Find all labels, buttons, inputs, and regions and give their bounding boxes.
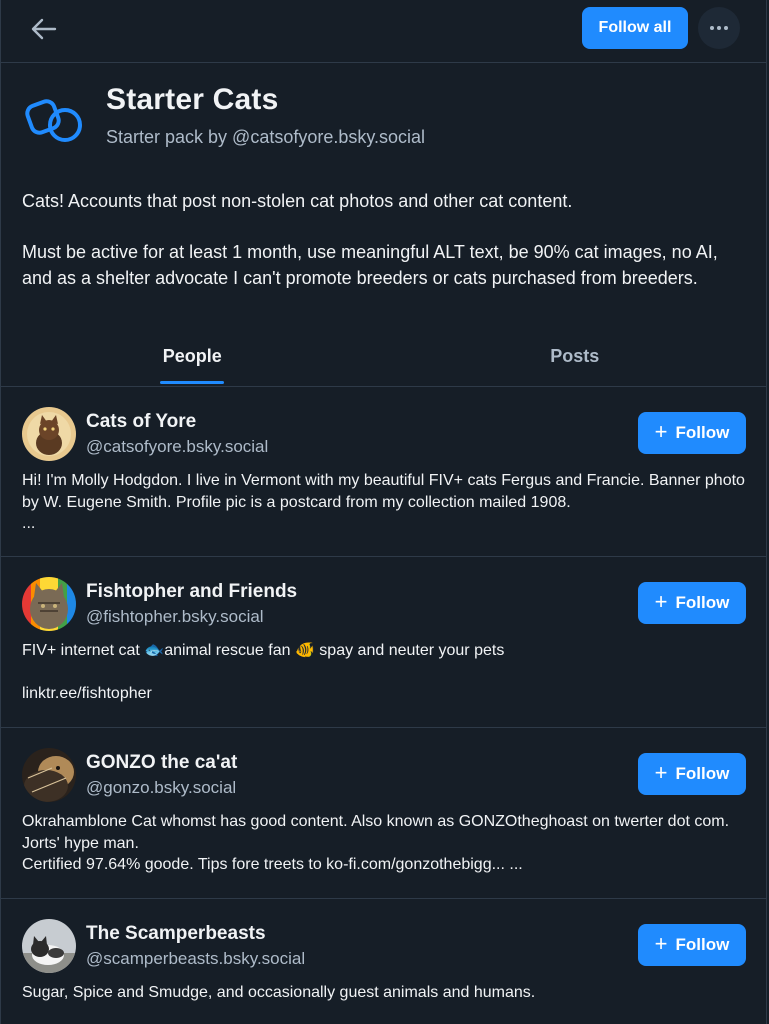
people-list: Cats of Yore @catsofyore.bsky.social + F… (1, 387, 766, 1024)
person-bio: FIV+ internet cat 🐟animal rescue fan 🐠 s… (22, 642, 505, 702)
avatar[interactable] (22, 577, 76, 631)
ellipsis-icon (710, 26, 728, 30)
follow-button[interactable]: + Follow (638, 582, 746, 624)
avatar[interactable] (22, 919, 76, 973)
list-item[interactable]: The Scamperbeasts @scamperbeasts.bsky.so… (1, 899, 766, 1024)
top-bar: Follow all (1, 0, 766, 63)
pack-header: Starter Cats Starter pack by @catsofyore… (1, 63, 766, 179)
cat-avatar-image (22, 919, 76, 973)
starter-pack-page: Follow all Starter Cats Starter pack by … (0, 0, 767, 1024)
person-name: GONZO the ca'at (86, 752, 238, 773)
person-handle: @scamperbeasts.bsky.social (86, 949, 306, 968)
tab-posts[interactable]: Posts (384, 334, 767, 378)
person-bio: Hi! I'm Molly Hodgdon. I live in Vermont… (22, 472, 745, 532)
follow-button[interactable]: + Follow (638, 412, 746, 454)
person-handle: @fishtopher.bsky.social (86, 607, 264, 626)
list-item[interactable]: Fishtopher and Friends @fishtopher.bsky.… (1, 557, 766, 728)
pack-description: Cats! Accounts that post non-stolen cat … (1, 179, 766, 291)
cat-avatar-image (22, 577, 76, 631)
person-handle: @catsofyore.bsky.social (86, 437, 269, 456)
plus-icon: + (654, 419, 668, 444)
person-handle: @gonzo.bsky.social (86, 778, 237, 797)
plus-icon: + (654, 589, 668, 614)
follow-button[interactable]: + Follow (638, 924, 746, 966)
person-name: Fishtopher and Friends (86, 581, 298, 602)
tab-people[interactable]: People (1, 334, 384, 378)
follow-label: Follow (675, 935, 730, 954)
starter-pack-icon (25, 99, 82, 142)
person-name: The Scamperbeasts (86, 923, 266, 944)
tab-bar: People Posts (1, 334, 766, 387)
follow-label: Follow (675, 423, 730, 442)
avatar[interactable] (22, 407, 76, 461)
list-item[interactable]: GONZO the ca'at @gonzo.bsky.social + Fol… (1, 728, 766, 899)
back-button[interactable] (25, 12, 63, 46)
plus-icon: + (654, 931, 668, 956)
list-item[interactable]: Cats of Yore @catsofyore.bsky.social + F… (1, 387, 766, 557)
person-name: Cats of Yore (86, 411, 197, 432)
arrow-left-icon (31, 18, 57, 40)
description-paragraph: Cats! Accounts that post non-stolen cat … (22, 191, 573, 211)
plus-icon: + (654, 760, 668, 785)
pack-creator: Starter pack by @catsofyore.bsky.social (106, 127, 426, 147)
person-bio: Sugar, Spice and Smudge, and occasionall… (22, 984, 536, 1001)
cat-avatar-image (22, 407, 76, 461)
follow-button[interactable]: + Follow (638, 753, 746, 795)
follow-label: Follow (675, 593, 730, 612)
pack-title: Starter Cats (106, 83, 279, 116)
avatar[interactable] (22, 748, 76, 802)
more-options-button[interactable] (698, 7, 740, 49)
person-bio: Okrahamblone Cat whomst has good content… (22, 813, 730, 873)
description-paragraph: Must be active for at least 1 month, use… (22, 242, 718, 288)
cat-avatar-image (22, 748, 76, 802)
follow-label: Follow (675, 764, 730, 783)
follow-all-button[interactable]: Follow all (582, 7, 688, 49)
